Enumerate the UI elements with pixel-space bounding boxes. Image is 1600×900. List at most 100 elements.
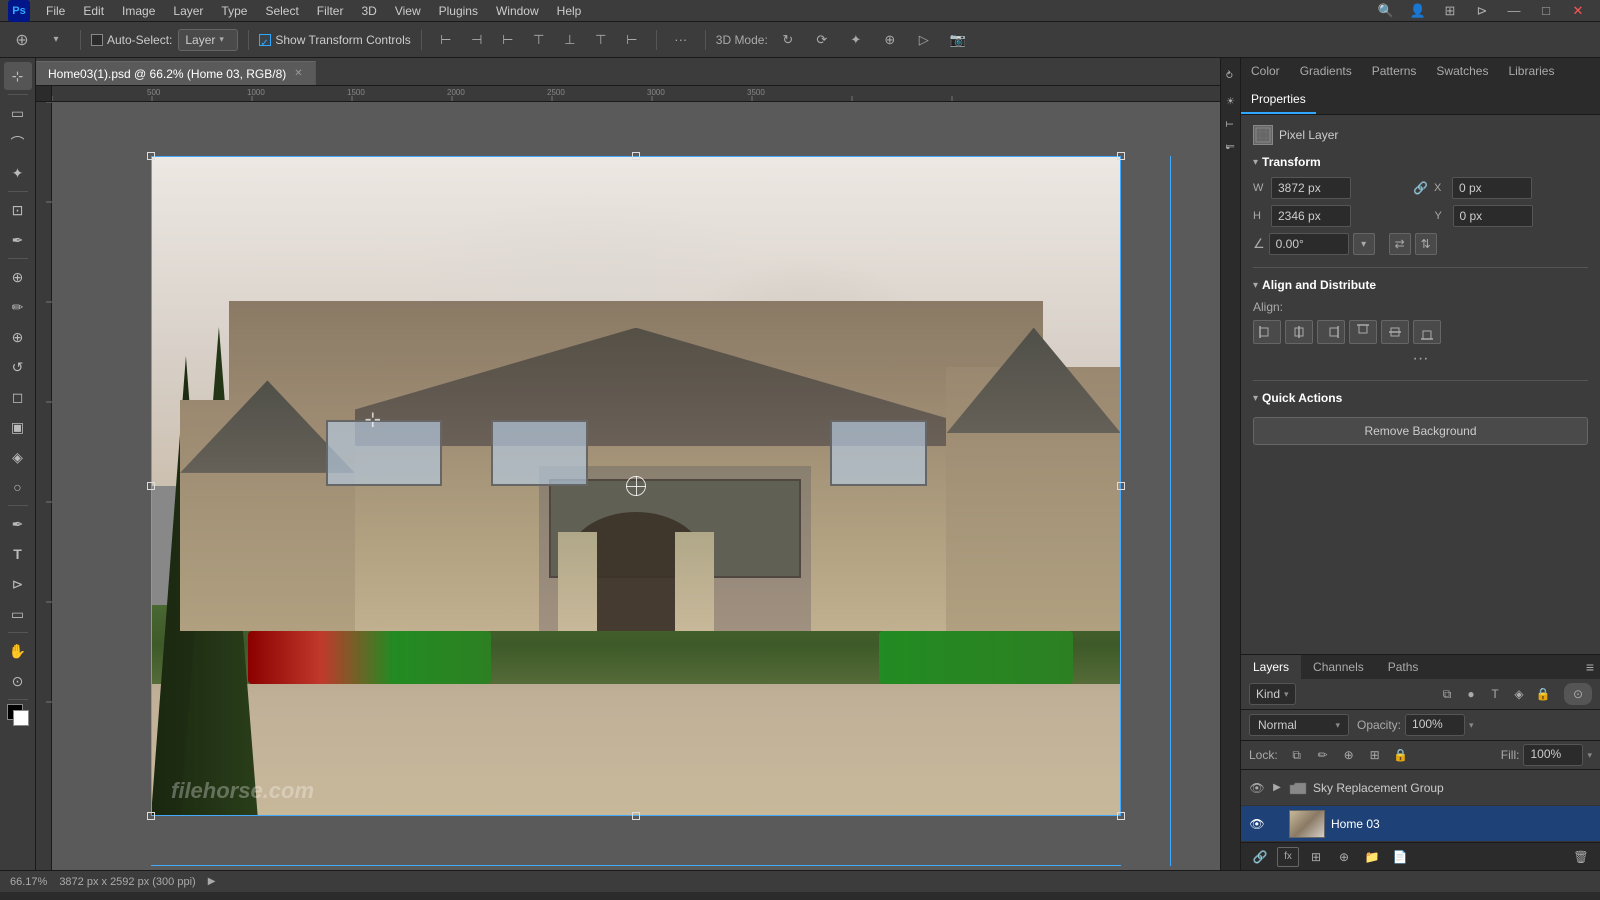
menu-view[interactable]: View: [387, 2, 429, 20]
channels-tab[interactable]: Channels: [1301, 655, 1376, 679]
align-right-edge-btn[interactable]: [1317, 320, 1345, 344]
clone-tool[interactable]: ⊕: [4, 323, 32, 351]
marquee-tool[interactable]: ▭: [4, 99, 32, 127]
blur-tool[interactable]: ◈: [4, 443, 32, 471]
align-middle-v-btn[interactable]: ⊥: [556, 28, 584, 52]
adjustment-panel-btn[interactable]: ☀: [1225, 90, 1236, 109]
tab-close-btn[interactable]: ✕: [294, 68, 302, 79]
gradient-tool[interactable]: ▣: [4, 413, 32, 441]
shape-tool[interactable]: ▭: [4, 600, 32, 628]
transform-handle-tl[interactable]: [147, 152, 155, 160]
transform-handle-mr[interactable]: [1117, 482, 1125, 490]
background-color[interactable]: [13, 710, 29, 726]
transform-handle-tr[interactable]: [1117, 152, 1125, 160]
align-left-btn[interactable]: ⊢: [432, 28, 460, 52]
align-center-h-btn[interactable]: ⊣: [463, 28, 491, 52]
blend-mode-dropdown[interactable]: Normal ▾: [1249, 714, 1349, 736]
align-bottom-edge-btn[interactable]: [1413, 320, 1441, 344]
pen-tool[interactable]: ✒: [4, 510, 32, 538]
filter-shape-btn[interactable]: ◈: [1508, 683, 1530, 705]
close-btn[interactable]: ✕: [1564, 0, 1592, 23]
transform-handle-ml[interactable]: [147, 482, 155, 490]
tab-properties[interactable]: Properties: [1241, 86, 1316, 114]
angle-dropdown-btn[interactable]: ▾: [1353, 233, 1375, 255]
align-top-edge-btn[interactable]: [1349, 320, 1377, 344]
tab-color[interactable]: Color: [1241, 58, 1290, 86]
path-selection-tool[interactable]: ⊳: [4, 570, 32, 598]
crop-tool[interactable]: ⊡: [4, 196, 32, 224]
paragraph-panel-btn[interactable]: ¶: [1225, 140, 1236, 153]
layer-link-btn[interactable]: 🔗: [1249, 847, 1271, 867]
history-panel-btn[interactable]: ⟳: [1225, 66, 1236, 82]
search-btn[interactable]: 🔍: [1372, 0, 1400, 23]
menu-3d[interactable]: 3D: [353, 2, 384, 20]
menu-edit[interactable]: Edit: [75, 2, 112, 20]
menu-window[interactable]: Window: [488, 2, 547, 20]
layer-row-sky-replacement[interactable]: 👁 ▶ Sky Replacement Group: [1241, 770, 1600, 806]
layer-group-btn[interactable]: 📁: [1361, 847, 1383, 867]
character-panel-btn[interactable]: T: [1225, 117, 1236, 131]
filter-smart-btn[interactable]: 🔒: [1532, 683, 1554, 705]
maximize-btn[interactable]: □: [1532, 0, 1560, 23]
auto-select-type-dropdown[interactable]: Layer: [178, 29, 238, 51]
minimize-btn[interactable]: —: [1500, 0, 1528, 23]
3d-slide-btn[interactable]: ⊕: [876, 28, 904, 52]
layers-tab[interactable]: Layers: [1241, 655, 1301, 679]
eyedropper-tool[interactable]: ✒: [4, 226, 32, 254]
menu-type[interactable]: Type: [213, 2, 255, 20]
align-center-h-edge-btn[interactable]: [1285, 320, 1313, 344]
3d-roll-btn[interactable]: ⟳: [808, 28, 836, 52]
lock-all-btn[interactable]: 🔒: [1390, 745, 1412, 765]
eraser-tool[interactable]: ◻: [4, 383, 32, 411]
history-brush-tool[interactable]: ↺: [4, 353, 32, 381]
align-more-btn[interactable]: ···: [1253, 350, 1588, 368]
link-wh-btn[interactable]: 🔗: [1413, 181, 1428, 195]
layer-mask-btn[interactable]: ⊞: [1305, 847, 1327, 867]
color-swatch[interactable]: [7, 704, 29, 726]
layer-visibility-home03[interactable]: 👁: [1249, 816, 1265, 832]
3d-pan-btn[interactable]: ✦: [842, 28, 870, 52]
canvas-image[interactable]: filehorse.com: [151, 156, 1121, 816]
transform-handle-bl[interactable]: [147, 812, 155, 820]
align-bottom-btn[interactable]: ⊤: [587, 28, 615, 52]
dodge-tool[interactable]: ○: [4, 473, 32, 501]
fill-dropdown-btn[interactable]: ▾: [1587, 750, 1592, 761]
layer-new-btn[interactable]: 📄: [1389, 847, 1411, 867]
align-center-v-edge-btn[interactable]: [1381, 320, 1409, 344]
healing-tool[interactable]: ⊕: [4, 263, 32, 291]
layer-fx-btn[interactable]: fx: [1277, 847, 1299, 867]
menu-select[interactable]: Select: [257, 2, 306, 20]
align-top-btn[interactable]: ⊤: [525, 28, 553, 52]
flip-h-btn[interactable]: ⇄: [1389, 233, 1411, 255]
move-tool[interactable]: ⊹: [4, 62, 32, 90]
move-options-btn[interactable]: ▾: [42, 28, 70, 52]
layer-row-home03[interactable]: 👁 Home 03: [1241, 806, 1600, 842]
tab-libraries[interactable]: Libraries: [1498, 58, 1564, 86]
arrange-btn[interactable]: ⊞: [1436, 0, 1464, 23]
auto-select-checkbox[interactable]: [91, 34, 103, 46]
layers-panel-menu-btn[interactable]: ≡: [1586, 659, 1594, 675]
distribute-left-btn[interactable]: ⊢: [618, 28, 646, 52]
status-arrow-btn[interactable]: ▶: [208, 876, 216, 887]
angle-input[interactable]: 0.00°: [1269, 233, 1349, 255]
menu-filter[interactable]: Filter: [309, 2, 352, 20]
tab-gradients[interactable]: Gradients: [1290, 58, 1362, 86]
remove-background-btn[interactable]: Remove Background: [1253, 417, 1588, 445]
filter-toggle-btn[interactable]: ⊙: [1564, 683, 1592, 705]
lock-pixels-btn[interactable]: ⧉: [1286, 745, 1308, 765]
canvas-scroll[interactable]: filehorse.com: [52, 102, 1220, 870]
move-tool-btn[interactable]: ⊕: [8, 28, 36, 52]
transform-handle-tc[interactable]: [632, 152, 640, 160]
transform-handle-br[interactable]: [1117, 812, 1125, 820]
zoom-tool[interactable]: ⊙: [4, 667, 32, 695]
align-right-btn[interactable]: ⊢: [494, 28, 522, 52]
tab-patterns[interactable]: Patterns: [1362, 58, 1427, 86]
quick-actions-header[interactable]: ▾ Quick Actions: [1253, 391, 1588, 405]
opacity-value[interactable]: 100%: [1405, 714, 1465, 736]
transform-handle-bc[interactable]: [632, 812, 640, 820]
document-tab[interactable]: Home03(1).psd @ 66.2% (Home 03, RGB/8) ✕: [36, 61, 316, 85]
hand-tool[interactable]: ✋: [4, 637, 32, 665]
height-input[interactable]: [1271, 205, 1351, 227]
fill-value[interactable]: 100%: [1523, 744, 1583, 766]
show-transform-checkbox[interactable]: ✓: [259, 34, 271, 46]
